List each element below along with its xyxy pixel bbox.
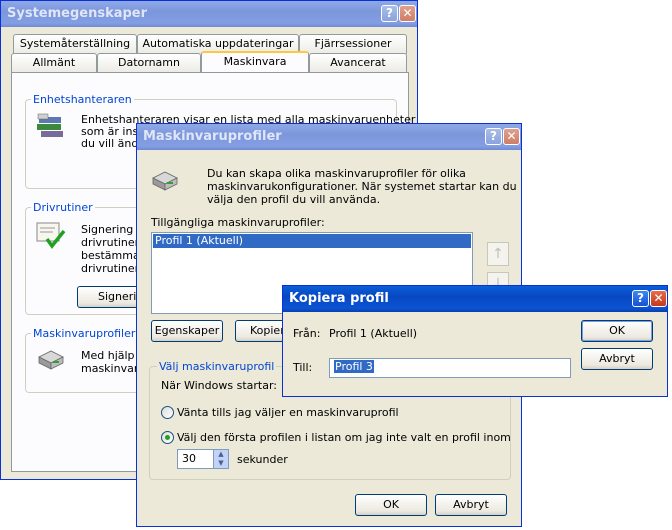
intro-text-1: Du kan skapa olika maskinvaruprofiler fö… (207, 167, 466, 180)
seconds-label: sekunder (237, 453, 288, 466)
intro-text-3: välja den profil du vill använda. (207, 193, 381, 206)
device-manager-icon (37, 113, 63, 137)
radio-first-label[interactable]: Välj den första profilen i listan om jag… (177, 431, 511, 444)
cancel-button[interactable]: Avbryt (581, 348, 653, 370)
list-item[interactable]: Profil 1 (Aktuell) (153, 234, 471, 248)
help-button[interactable]: ? (632, 290, 649, 307)
ok-button[interactable]: OK (581, 320, 653, 342)
from-label: Från: (293, 327, 321, 340)
profiles-list-label: Tillgängliga maskinvaruprofiler: (151, 216, 325, 229)
tab-system-restore[interactable]: Systemåterställning (13, 34, 137, 54)
radio-selected-dot (165, 435, 170, 440)
close-button[interactable]: ✕ (503, 128, 520, 145)
help-button[interactable]: ? (381, 5, 398, 22)
radio-wait-label[interactable]: Vänta tills jag väljer en maskinvaruprof… (177, 406, 399, 419)
drivers-text-4: drivrutiner. (81, 262, 142, 275)
hardware-profiles-icon (38, 350, 64, 370)
to-field-value: Profil 3 (334, 360, 374, 373)
list-item-label: Profil 1 (Aktuell) (155, 234, 244, 247)
tab-hardware[interactable]: Maskinvara (201, 51, 309, 73)
tab-remote-sessions[interactable]: Fjärrsessioner (299, 34, 407, 54)
move-down-button[interactable]: ↓ (487, 272, 509, 292)
copy-profile-window: Kopiera profil ? ✕ Från: Profil 1 (Aktue… (282, 285, 668, 397)
window-title: Systemegenskaper (7, 6, 148, 21)
properties-button[interactable]: Egenskaper (151, 320, 223, 342)
device-manager-legend: Enhetshanteraren (31, 93, 134, 106)
ok-button[interactable]: OK (355, 494, 427, 516)
window-title: Kopiera profil (289, 291, 389, 306)
seconds-value: 30 (182, 452, 196, 465)
radio-wait-for-choice[interactable] (161, 406, 174, 419)
move-up-button[interactable]: ↑ (487, 242, 509, 266)
close-button[interactable]: ✕ (399, 5, 416, 22)
help-button[interactable]: ? (485, 128, 502, 145)
hardware-profiles-titlebar[interactable]: Maskinvaruprofiler ? ✕ (137, 124, 521, 150)
drivers-legend: Drivrutiner (31, 201, 95, 214)
select-profile-legend: Välj maskinvaruprofil (157, 360, 277, 373)
stepper-arrows[interactable]: ▲ ▼ (213, 450, 228, 468)
startup-label: När Windows startar: (161, 379, 277, 392)
close-button[interactable]: ✕ (650, 290, 667, 307)
system-properties-titlebar[interactable]: Systemegenskaper ? ✕ (1, 1, 417, 27)
copy-profile-titlebar[interactable]: Kopiera profil ? ✕ (283, 286, 667, 312)
driver-signing-icon (36, 222, 66, 249)
window-title: Maskinvaruprofiler (143, 129, 282, 144)
hardware-profile-icon (152, 171, 178, 191)
cancel-button[interactable]: Avbryt (435, 494, 507, 516)
radio-first-profile[interactable] (161, 431, 174, 444)
intro-text-2: maskinvarukonfigurationer. När systemet … (207, 180, 517, 193)
tab-advanced[interactable]: Avancerat (309, 53, 407, 72)
from-value: Profil 1 (Aktuell) (329, 327, 418, 340)
tab-computer-name[interactable]: Datornamn (97, 53, 201, 72)
hardware-profiles-legend: Maskinvaruprofiler (31, 327, 138, 340)
to-label: Till: (293, 361, 313, 374)
tab-general[interactable]: Allmänt (11, 53, 97, 72)
to-field[interactable]: Profil 3 (329, 358, 571, 378)
seconds-stepper[interactable]: 30 ▲ ▼ (177, 449, 229, 469)
